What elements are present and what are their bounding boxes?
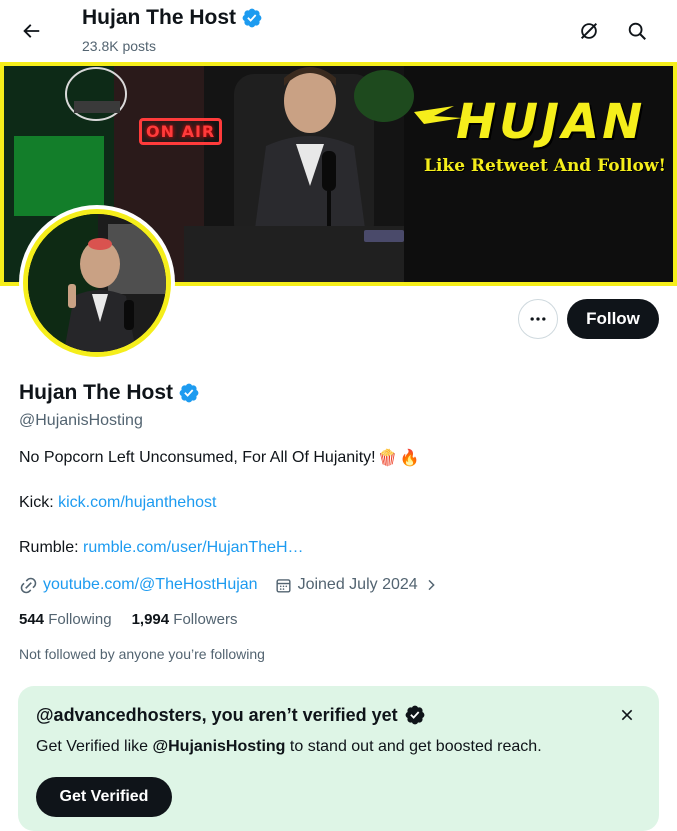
profile-meta: youtube.com/@TheHostHujan Joined July 20…: [19, 574, 439, 596]
followers-label: Followers: [173, 611, 238, 628]
profile-handle: @HujanisHosting: [19, 412, 143, 429]
kick-link[interactable]: kick.com/hujanthehost: [58, 494, 216, 511]
grok-button[interactable]: [572, 14, 606, 48]
followers-count: 1,994: [131, 611, 170, 628]
avatar[interactable]: [19, 205, 175, 361]
verify-description: Get Verified like @HujanisHosting to sta…: [36, 738, 542, 756]
following-count: 544: [19, 611, 45, 628]
banner-tagline: Like Retweet And Follow!: [424, 156, 666, 176]
search-icon: [628, 22, 646, 40]
more-options-button[interactable]: [518, 299, 558, 339]
chevron-right-icon: [428, 579, 435, 591]
back-arrow-icon: [23, 24, 40, 38]
onair-sign: ON AIR: [139, 118, 223, 145]
verify-desc-suffix: to stand out and get boosted reach.: [289, 738, 542, 755]
joined-item[interactable]: Joined July 2024: [274, 576, 439, 595]
kick-label: Kick:: [19, 494, 54, 511]
close-icon: [621, 709, 633, 721]
rumble-label: Rumble:: [19, 539, 79, 556]
website-item: youtube.com/@TheHostHujan: [19, 576, 258, 595]
verified-badge-icon[interactable]: [178, 382, 200, 404]
avatar-image: [23, 209, 171, 357]
link-icon: [20, 577, 37, 593]
follow-stats: 544 Following 1,994 Followers: [19, 611, 237, 628]
verified-badge-icon: [242, 8, 262, 28]
posts-count: 23.8K posts: [82, 38, 156, 54]
header-title: Hujan The Host: [82, 6, 263, 30]
joined-date: Joined July 2024: [297, 576, 418, 593]
not-followed-note: Not followed by anyone you’re following: [19, 646, 265, 662]
display-name: Hujan The Host: [19, 381, 174, 404]
back-button[interactable]: [14, 14, 48, 48]
banner-title: HUJAN: [456, 94, 646, 150]
followers-stat[interactable]: 1,994 Followers: [132, 611, 238, 628]
header-title-text: Hujan The Host: [82, 6, 237, 29]
profile-bio: No Popcorn Left Unconsumed, For All Of H…: [19, 448, 419, 467]
bio-rumble-line: Rumble: rumble.com/user/HujanTheH…: [19, 539, 304, 557]
bio-text: No Popcorn Left Unconsumed, For All Of H…: [19, 448, 376, 466]
search-button[interactable]: [620, 14, 654, 48]
bio-kick-line: Kick: kick.com/hujanthehost: [19, 494, 216, 512]
verify-title: @advancedhosters, you aren’t verified ye…: [36, 704, 426, 726]
calendar-icon: [276, 578, 291, 593]
more-dots-icon: [530, 317, 546, 321]
rumble-link[interactable]: rumble.com/user/HujanTheH…: [83, 539, 304, 556]
close-button[interactable]: [614, 702, 640, 728]
verification-prompt-card: @advancedhosters, you aren’t verified ye…: [18, 686, 659, 831]
profile-name: Hujan The Host: [19, 381, 200, 405]
fire-emoji: 🔥: [399, 448, 420, 467]
get-verified-button[interactable]: Get Verified: [36, 777, 172, 817]
follow-button[interactable]: Follow: [567, 299, 659, 339]
verify-desc-handle: @HujanisHosting: [152, 738, 286, 755]
popcorn-emoji: 🍿: [377, 448, 398, 467]
website-link[interactable]: youtube.com/@TheHostHujan: [43, 576, 258, 594]
following-stat[interactable]: 544 Following: [19, 611, 112, 628]
verify-title-text: @advancedhosters, you aren’t verified ye…: [36, 704, 398, 725]
verified-check-icon: [405, 705, 425, 725]
grok-icon: [580, 22, 598, 40]
verify-desc-prefix: Get Verified like: [36, 738, 149, 755]
profile-header: Hujan The Host 23.8K posts: [0, 0, 677, 62]
following-label: Following: [48, 611, 112, 628]
